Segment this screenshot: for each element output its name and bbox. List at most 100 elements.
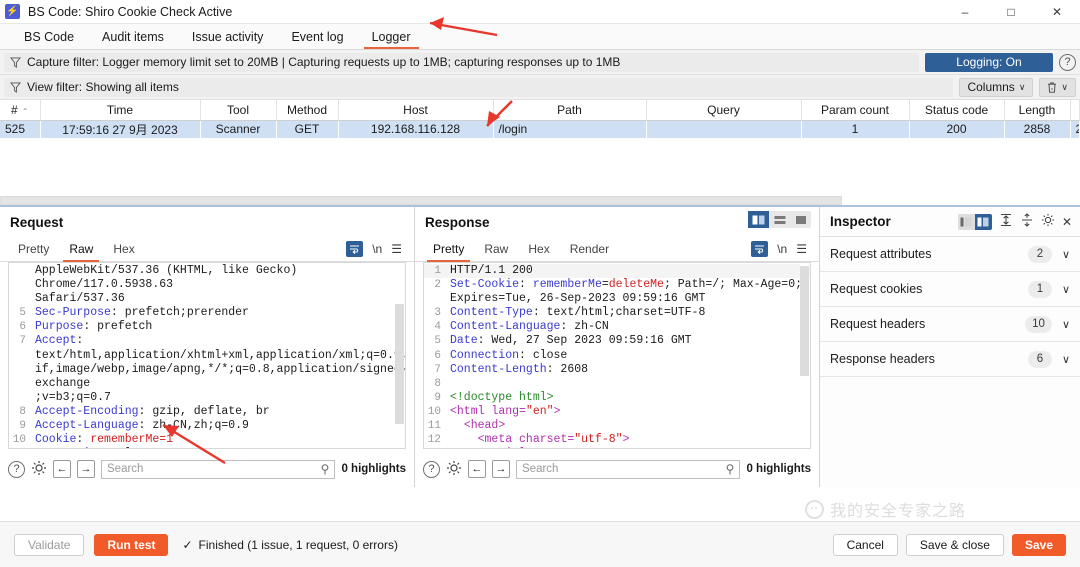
find-next-button[interactable]: →: [492, 460, 510, 478]
response-subtab-render[interactable]: Render: [560, 237, 619, 262]
cancel-button[interactable]: Cancel: [832, 533, 898, 556]
code-token: : zh-CN,zh;q=0.9: [138, 419, 249, 433]
cell-status_code: 200: [909, 120, 1004, 138]
save-button[interactable]: Save: [1011, 533, 1066, 556]
cell-empty: [200, 138, 276, 155]
save-and-close-button[interactable]: Save & close: [905, 533, 1004, 556]
column-header-extra[interactable]: [1070, 100, 1080, 121]
validate-button[interactable]: Validate: [14, 533, 85, 556]
chevron-down-icon[interactable]: ∨: [1062, 283, 1070, 296]
column-header-status-code[interactable]: Status code: [909, 100, 1005, 121]
inspector-sections: Request attributes 2 ∨ Request cookies 1 ∨ Req…: [820, 237, 1080, 377]
collapse-all-icon[interactable]: [1020, 213, 1034, 230]
response-search-input[interactable]: Search ⚲: [516, 459, 741, 479]
column-header-length[interactable]: Length: [1004, 100, 1071, 121]
newline-icon[interactable]: \n: [777, 242, 787, 256]
split-vertical-icon[interactable]: [748, 211, 769, 228]
newline-icon[interactable]: \n: [372, 242, 382, 256]
column-header-host[interactable]: Host: [338, 100, 494, 121]
code-token: "utf-8": [574, 433, 623, 447]
code-token: deleteMe: [608, 278, 664, 292]
help-icon[interactable]: ?: [423, 460, 440, 478]
view-filter-field[interactable]: View filter: Showing all items: [4, 77, 954, 97]
view-filter-text: View filter: Showing all items: [27, 80, 179, 94]
request-subtab-pretty[interactable]: Pretty: [8, 237, 59, 262]
line-number: 7: [434, 363, 441, 376]
column-header-param-count[interactable]: Param count: [801, 100, 910, 121]
funnel-icon: [10, 56, 21, 68]
find-previous-button[interactable]: ←: [468, 460, 486, 478]
columns-button[interactable]: Columns ∨: [959, 77, 1034, 97]
tab-issue-activity[interactable]: Issue activity: [178, 24, 278, 49]
menu-icon[interactable]: ☰: [796, 242, 807, 256]
chevron-down-icon[interactable]: ∨: [1062, 353, 1070, 366]
word-wrap-icon[interactable]: [751, 241, 769, 257]
gear-icon[interactable]: [446, 460, 462, 479]
column-header-method[interactable]: Method: [276, 100, 339, 121]
response-subtab-raw[interactable]: Raw: [474, 237, 518, 262]
tab-bs-code[interactable]: BS Code: [10, 24, 88, 49]
scrollbar-thumb[interactable]: [395, 304, 404, 424]
request-search-input[interactable]: Search ⚲: [101, 459, 336, 479]
line-number: 7: [19, 335, 26, 348]
line-number: [9, 363, 31, 391]
minimize-button[interactable]: –: [942, 0, 988, 24]
help-icon[interactable]: ?: [1059, 53, 1076, 71]
tab-audit-items[interactable]: Audit items: [88, 24, 178, 49]
request-code-area[interactable]: AppleWebKit/537.36 (KHTML, like Gecko) C…: [8, 262, 406, 449]
scrollbar-thumb[interactable]: [0, 196, 843, 205]
response-panel-header: Response: [415, 207, 819, 237]
split-view-icon[interactable]: [974, 213, 992, 230]
dialog-buttons: Cancel Save & close Save: [832, 533, 1066, 556]
run-test-button[interactable]: Run test: [94, 533, 169, 556]
expand-all-icon[interactable]: [999, 213, 1013, 230]
maximize-button[interactable]: □: [988, 0, 1034, 24]
word-wrap-icon[interactable]: [346, 241, 364, 257]
single-pane-icon[interactable]: [790, 211, 811, 228]
list-view-icon[interactable]: [957, 213, 975, 230]
menu-icon[interactable]: ☰: [391, 242, 402, 256]
column-header-path[interactable]: Path: [493, 100, 647, 121]
code-token: ; Path=/; Max-Age=0;: [663, 278, 802, 292]
inspector-section-response-headers[interactable]: Response headers 6 ∨: [820, 342, 1080, 377]
gear-icon[interactable]: [1041, 213, 1055, 230]
logging-toggle-button[interactable]: Logging: On: [925, 52, 1053, 72]
tab-event-log[interactable]: Event log: [277, 24, 357, 49]
code-text: <title>: [446, 447, 810, 448]
cell-empty: [1070, 138, 1080, 155]
code-line: 10 <html lang="en">: [424, 405, 810, 419]
request-vertical-scrollbar[interactable]: [395, 264, 404, 447]
chevron-down-icon[interactable]: ∨: [1062, 318, 1070, 331]
response-subtab-pretty[interactable]: Pretty: [423, 237, 474, 262]
column-header-tool[interactable]: Tool: [200, 100, 277, 121]
chevron-down-icon[interactable]: ∨: [1062, 248, 1070, 261]
request-subtab-raw[interactable]: Raw: [59, 237, 103, 262]
inspector-section-request-attributes[interactable]: Request attributes 2 ∨: [820, 237, 1080, 272]
cell-empty: [801, 155, 909, 172]
scrollbar-thumb[interactable]: [800, 266, 809, 376]
find-next-button[interactable]: →: [77, 460, 95, 478]
window-controls: – □ ✕: [942, 0, 1080, 24]
column-header-time[interactable]: Time: [40, 100, 201, 121]
response-subtab-hex[interactable]: Hex: [518, 237, 559, 262]
response-code-area[interactable]: 1 HTTP/1.1 200 2 Set-Cookie: rememberMe=del…: [423, 262, 811, 449]
help-icon[interactable]: ?: [8, 460, 25, 478]
request-subtab-hex[interactable]: Hex: [103, 237, 144, 262]
code-line: 5 Date: Wed, 27 Sep 2023 09:59:16 GMT: [424, 334, 810, 348]
split-horizontal-icon[interactable]: [769, 211, 790, 228]
inspector-section-request-headers[interactable]: Request headers 10 ∨: [820, 307, 1080, 342]
column-header-label: Method: [286, 102, 328, 117]
column-header-query[interactable]: Query: [646, 100, 802, 121]
table-horizontal-scrollbar[interactable]: [0, 195, 1080, 205]
clear-log-button[interactable]: x ∨: [1039, 77, 1076, 97]
inspector-section-request-cookies[interactable]: Request cookies 1 ∨: [820, 272, 1080, 307]
capture-filter-field[interactable]: Capture filter: Logger memory limit set …: [4, 52, 919, 72]
close-button[interactable]: ✕: [1034, 0, 1080, 24]
find-previous-button[interactable]: ←: [53, 460, 71, 478]
table-row[interactable]: 525 17:59:16 27 9月 2023 Scanner GET 192.168.…: [0, 120, 1080, 138]
close-icon[interactable]: ✕: [1062, 215, 1072, 229]
response-vertical-scrollbar[interactable]: [800, 264, 809, 447]
gear-icon[interactable]: [31, 460, 47, 479]
tab-logger[interactable]: Logger: [358, 24, 425, 49]
column-header--[interactable]: # ⌃: [0, 100, 41, 121]
